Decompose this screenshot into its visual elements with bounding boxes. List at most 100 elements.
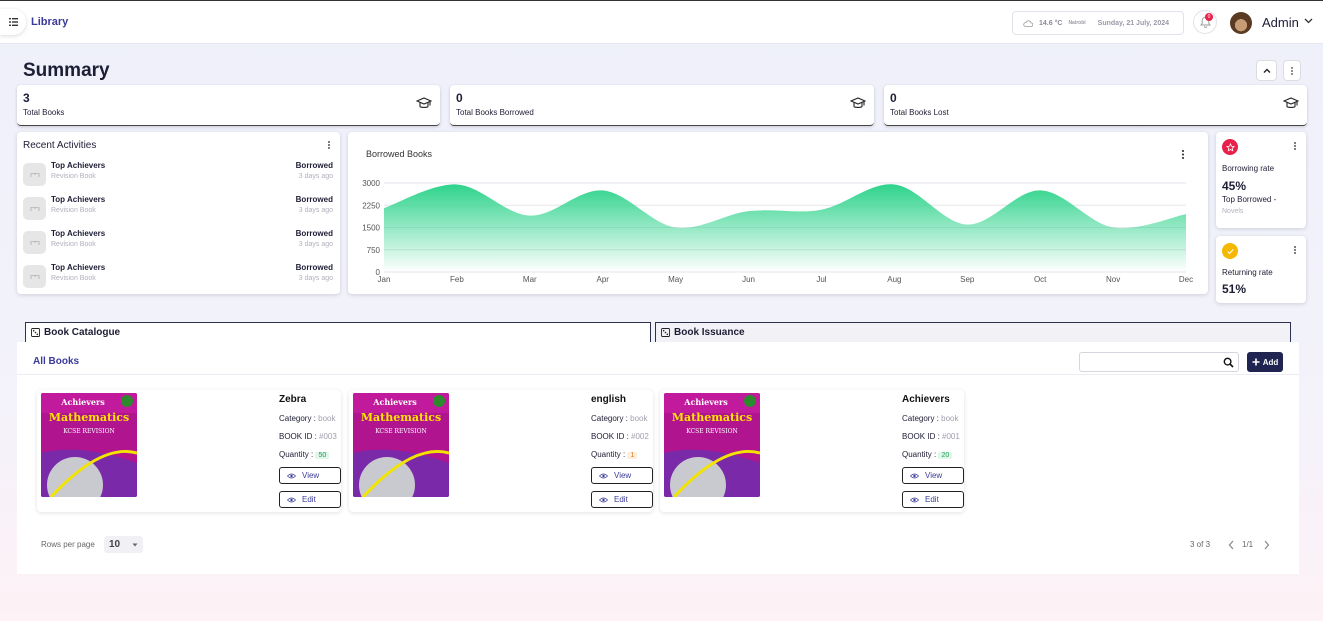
book-cover-image[interactable]: Achievers Mathematics KCSE REVISION	[41, 393, 137, 497]
stat-label: Total Books Borrowed	[456, 108, 534, 117]
menu-icon	[8, 18, 18, 26]
category-value: book	[318, 414, 336, 423]
edit-button[interactable]: Edit	[279, 491, 341, 508]
book-thumbnail	[23, 197, 46, 220]
kebab-menu-icon[interactable]	[1293, 141, 1297, 151]
borrowing-rate-badge	[1222, 139, 1238, 155]
activity-item[interactable]: Top Achievers Revision Book Borrowed 3 d…	[23, 262, 333, 290]
rows-per-page-label: Rows per page	[41, 540, 95, 549]
weather-city: Nairobi	[1068, 20, 1086, 26]
recent-activities-title: Recent Activities	[23, 140, 97, 151]
x-tick-label: Jun	[742, 275, 755, 284]
x-tick-label: Jan	[378, 275, 391, 284]
x-tick-label: Oct	[1034, 275, 1047, 284]
search-icon	[1223, 357, 1234, 368]
search-input[interactable]	[1079, 352, 1239, 372]
activity-status: Borrowed	[295, 229, 333, 238]
top-borrowed-value: Novels	[1222, 208, 1244, 215]
book-thumbnail	[23, 231, 46, 254]
category-value: book	[630, 414, 648, 423]
stat-label: Total Books Lost	[890, 108, 949, 117]
view-button[interactable]: View	[902, 467, 964, 484]
activity-title: Top Achievers	[51, 195, 106, 204]
top-borrowed-label: Top Borrowed -	[1222, 195, 1277, 204]
book-id-value: #003	[319, 432, 337, 441]
x-tick-label: Mar	[523, 275, 537, 284]
kebab-menu-icon[interactable]	[1293, 245, 1297, 255]
book-id-row: BOOK ID : #003	[279, 432, 337, 441]
chevron-down-icon[interactable]	[1303, 15, 1314, 26]
tab-book-issuance[interactable]: Book Issuance	[655, 322, 1291, 342]
view-button[interactable]: View	[279, 467, 341, 484]
menu-toggle-button[interactable]	[0, 9, 26, 35]
user-name[interactable]: Admin	[1262, 15, 1299, 30]
x-tick-label: Feb	[450, 275, 464, 284]
book-catalogue-panel: All Books Add Achievers Mathematics KCSE…	[17, 342, 1299, 574]
eye-icon	[287, 473, 296, 478]
eye-icon	[599, 473, 608, 478]
cover-line1: Achievers	[372, 397, 417, 407]
activity-time: 3 days ago	[298, 275, 333, 282]
activity-time: 3 days ago	[298, 241, 333, 248]
activity-time: 3 days ago	[298, 207, 333, 214]
activity-item[interactable]: Top Achievers Revision Book Borrowed 3 d…	[23, 160, 333, 188]
graduation-cap-icon	[850, 97, 866, 108]
quantity-label: Quantity :	[591, 450, 626, 459]
tab-book-catalogue[interactable]: Book Catalogue	[25, 322, 651, 342]
quantity-badge: 50	[315, 452, 330, 459]
kebab-menu-icon[interactable]	[327, 140, 331, 150]
activity-status: Borrowed	[295, 161, 333, 170]
add-label: Add	[1262, 357, 1279, 367]
view-button[interactable]: View	[591, 467, 653, 484]
all-books-link[interactable]: All Books	[33, 356, 79, 367]
book-quantity-row: Quantity : 20	[902, 450, 953, 459]
user-avatar[interactable]	[1230, 12, 1252, 34]
book-title: english	[591, 394, 627, 405]
eye-icon	[910, 473, 919, 478]
next-page-button[interactable]	[1258, 536, 1274, 553]
book-icon	[30, 172, 39, 177]
edit-button[interactable]: Edit	[591, 491, 653, 508]
notifications-button[interactable]: 0	[1193, 10, 1217, 34]
cover-line1: Achievers	[683, 397, 728, 407]
cloud-icon	[1023, 19, 1033, 27]
book-icon	[30, 206, 39, 211]
quantity-label: Quantity :	[902, 450, 937, 459]
borrowing-rate-value: 45%	[1222, 179, 1247, 193]
book-id-value: #001	[942, 432, 960, 441]
summary-options-button[interactable]	[1283, 60, 1301, 81]
category-label: Category :	[902, 414, 939, 423]
activity-time: 3 days ago	[298, 173, 333, 180]
dice-icon	[661, 328, 670, 337]
activity-subtitle: Revision Book	[51, 275, 96, 282]
rows-per-page-select[interactable]: 10	[104, 536, 143, 553]
activity-subtitle: Revision Book	[51, 173, 96, 180]
collapse-button[interactable]	[1256, 60, 1277, 81]
cover-line2: Mathematics	[361, 411, 441, 424]
book-title: Achievers	[902, 394, 950, 405]
x-tick-label: Sep	[960, 275, 975, 284]
activity-subtitle: Revision Book	[51, 241, 96, 248]
activity-item[interactable]: Top Achievers Revision Book Borrowed 3 d…	[23, 194, 333, 222]
book-cover-image[interactable]: Achievers Mathematics KCSE REVISION	[664, 393, 760, 497]
category-label: Category :	[279, 414, 316, 423]
stat-total-books: 3 Total Books	[17, 85, 440, 126]
returning-rate-label: Returning rate	[1222, 268, 1273, 277]
borrowed-books-chart-card: Borrowed Books 0 750 1500 2250 3000 Jan Feb Ma…	[348, 132, 1208, 294]
book-icon	[30, 274, 39, 279]
prev-page-button[interactable]	[1223, 536, 1239, 553]
add-book-button[interactable]: Add	[1247, 352, 1283, 372]
cover-line2: Mathematics	[49, 411, 129, 424]
activity-item[interactable]: Top Achievers Revision Book Borrowed 3 d…	[23, 228, 333, 256]
stat-label: Total Books	[23, 108, 65, 117]
app-title[interactable]: Library	[31, 16, 68, 28]
tab-label: Book Issuance	[674, 327, 745, 338]
stat-value: 3	[23, 91, 30, 105]
cover-line2: Mathematics	[672, 411, 752, 424]
plus-icon	[1252, 358, 1260, 366]
edit-button[interactable]: Edit	[902, 491, 964, 508]
book-id-row: BOOK ID : #002	[591, 432, 649, 441]
weather-temp: 14.6 °C	[1039, 19, 1063, 27]
activity-status: Borrowed	[295, 263, 333, 272]
book-cover-image[interactable]: Achievers Mathematics KCSE REVISION	[353, 393, 449, 497]
